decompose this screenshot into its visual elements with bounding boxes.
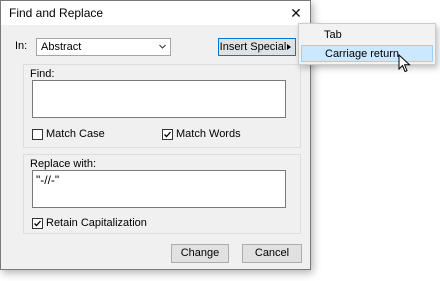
match-case-label: Match Case: [46, 128, 105, 140]
find-input[interactable]: [32, 80, 286, 118]
menu-item-carriage-return-label: Carriage return: [325, 48, 399, 60]
checkmark-icon: [34, 220, 41, 227]
close-icon[interactable]: ✕: [282, 1, 310, 25]
menu-item-tab[interactable]: Tab: [301, 27, 433, 44]
submenu-arrow-icon: [287, 44, 291, 50]
chevron-down-icon: [159, 44, 166, 49]
insert-special-label: Insert Special: [219, 41, 287, 53]
menu-item-carriage-return[interactable]: Carriage return: [301, 45, 433, 62]
cancel-button-label: Cancel: [254, 247, 290, 259]
title-bar[interactable]: Find and Replace ✕: [1, 1, 310, 25]
retain-capitalization-box[interactable]: [32, 218, 43, 229]
dialog-title: Find and Replace: [9, 6, 104, 20]
replace-input[interactable]: "-//-": [32, 170, 286, 208]
change-button[interactable]: Change: [171, 244, 229, 263]
find-group: Find: Match Case Match Words: [23, 64, 301, 148]
replace-label: Replace with:: [30, 158, 97, 170]
find-replace-dialog: Find and Replace ✕ In: Abstract Insert S…: [0, 0, 311, 270]
cancel-button[interactable]: Cancel: [242, 244, 302, 263]
match-words-label: Match Words: [176, 128, 241, 140]
menu-item-tab-label: Tab: [324, 29, 342, 41]
replace-group: Replace with: "-//-" Retain Capitalizati…: [23, 154, 301, 234]
match-words-box[interactable]: [162, 129, 173, 140]
in-select[interactable]: Abstract: [36, 38, 171, 56]
checkmark-icon: [164, 131, 171, 138]
find-label: Find:: [30, 68, 55, 80]
insert-special-menu: Tab Carriage return: [298, 23, 436, 65]
replace-input-value: "-//-": [36, 173, 60, 187]
mouse-pointer-icon: [398, 54, 411, 73]
change-button-label: Change: [180, 247, 220, 259]
retain-capitalization-label: Retain Capitalization: [46, 217, 147, 229]
insert-special-button[interactable]: Insert Special: [218, 38, 296, 56]
match-case-box[interactable]: [32, 129, 43, 140]
in-select-value: Abstract: [41, 41, 82, 53]
in-label: In:: [15, 40, 28, 52]
